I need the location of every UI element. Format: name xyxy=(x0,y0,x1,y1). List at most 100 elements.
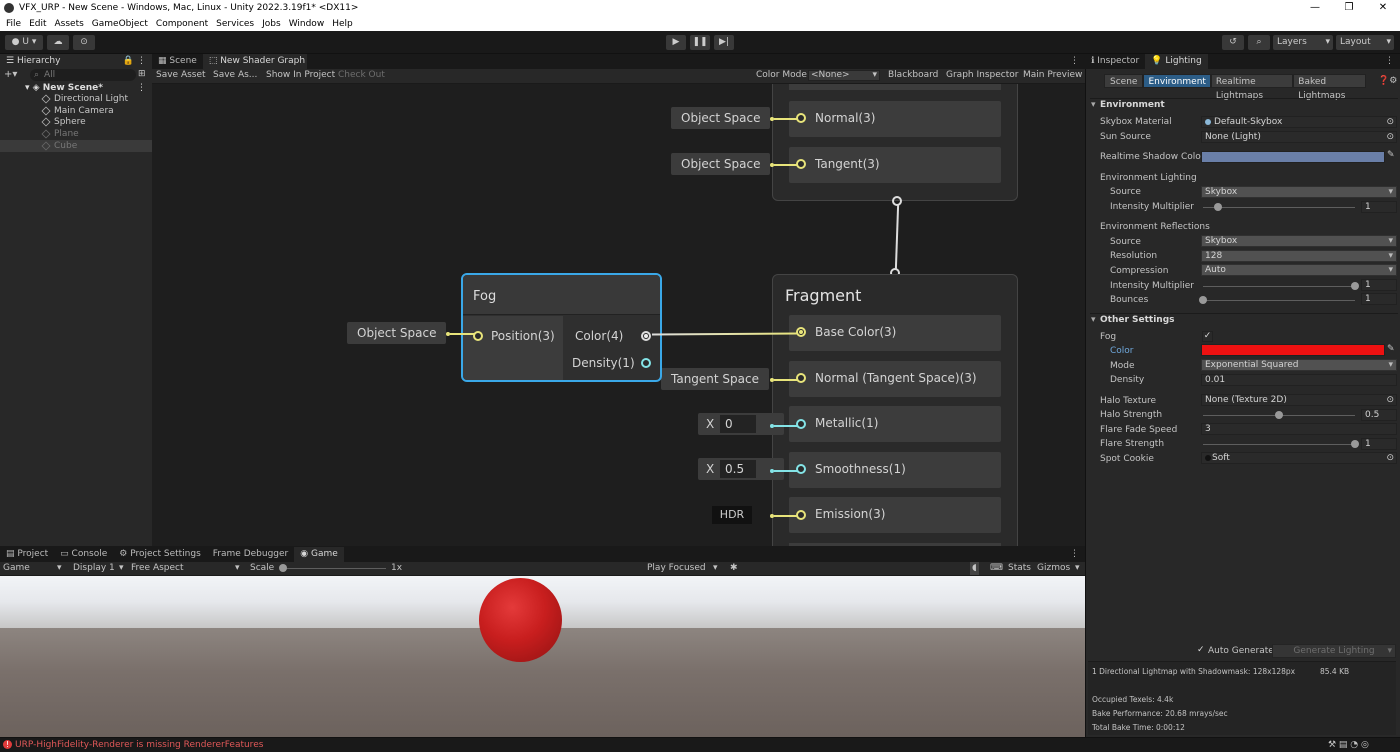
color-mode-dropdown[interactable]: <None> ▾ xyxy=(808,70,880,81)
intensity-field[interactable]: 1 xyxy=(1361,201,1397,213)
menu-help[interactable]: Help xyxy=(332,19,353,29)
show-in-project-button[interactable]: Show In Project xyxy=(266,69,335,82)
metallic-value-field[interactable]: 0 xyxy=(720,415,756,433)
tab-scene[interactable]: ▦ Scene xyxy=(152,54,203,69)
history-icon[interactable]: ↺ xyxy=(1222,35,1244,50)
tab-shader-graph[interactable]: ⬚ New Shader Graph xyxy=(202,54,307,69)
save-as-button[interactable]: Save As... xyxy=(213,69,257,82)
input-object-space[interactable]: Object Space xyxy=(671,153,771,175)
bounces-slider[interactable] xyxy=(1199,296,1355,304)
spot-cookie-field[interactable]: Soft ⊙ xyxy=(1201,452,1397,464)
minimize-icon[interactable]: — xyxy=(1298,0,1332,16)
game-mode-dropdown[interactable]: Game ▾ xyxy=(3,562,62,575)
fragment-slot-normal[interactable]: Normal (Tangent Space)(3) xyxy=(789,361,1001,397)
game-view[interactable] xyxy=(0,576,1085,737)
close-icon[interactable]: ✕ xyxy=(1366,0,1400,16)
search-icon[interactable]: ⌕ xyxy=(1248,35,1270,50)
shadow-color-swatch[interactable] xyxy=(1201,151,1385,163)
menu-services[interactable]: Services xyxy=(216,19,254,29)
tab-project[interactable]: ▤ Project xyxy=(0,547,54,562)
scale-slider[interactable] xyxy=(279,564,386,572)
bug-icon[interactable]: ✱ xyxy=(730,562,738,575)
list-item[interactable]: Cube xyxy=(41,140,77,152)
environment-header[interactable]: Environment xyxy=(1090,98,1398,112)
fog-checkbox[interactable]: ✓ xyxy=(1202,331,1213,342)
display-dropdown[interactable]: Display 1 ▾ xyxy=(73,562,124,575)
help-settings-icon[interactable]: ❓⚙ xyxy=(1378,74,1397,88)
menu-component[interactable]: Component xyxy=(156,19,208,29)
env-source-dropdown[interactable]: Skybox xyxy=(1201,186,1397,198)
play-button[interactable]: ▶ xyxy=(666,35,686,50)
port-icon[interactable] xyxy=(641,358,651,368)
fragment-slot-smoothness[interactable]: Smoothness(1) xyxy=(789,452,1001,488)
eyedropper-icon[interactable]: ✎ xyxy=(1387,344,1395,354)
graph-inspector-toggle[interactable]: Graph Inspector xyxy=(946,69,1018,82)
compression-dropdown[interactable]: Auto xyxy=(1201,264,1397,276)
slider-knob[interactable] xyxy=(1275,411,1283,419)
fragment-slot-metallic[interactable]: Metallic(1) xyxy=(789,406,1001,442)
create-plus-button[interactable]: +▾ xyxy=(4,69,22,81)
account-button[interactable]: ● U ▾ xyxy=(5,35,43,50)
smoothness-value-field[interactable]: 0.5 xyxy=(720,460,756,478)
refl-intensity-slider[interactable] xyxy=(1203,282,1359,290)
slider-knob[interactable] xyxy=(279,564,287,572)
cloud-icon[interactable]: ☁ xyxy=(47,35,69,50)
halo-strength-slider[interactable] xyxy=(1203,411,1355,419)
menu-gameobject[interactable]: GameObject xyxy=(92,19,148,29)
status-error-message[interactable]: URP-HighFidelity-Renderer is missing Ren… xyxy=(15,738,263,752)
play-focused-dropdown[interactable]: Play Focused ▾ xyxy=(647,562,718,575)
fog-color-swatch[interactable] xyxy=(1201,344,1385,356)
fog-node[interactable]: Fog Position(3) Color(4) Density(1) xyxy=(461,273,662,382)
aspect-dropdown[interactable]: Free Aspect ▾ xyxy=(131,562,240,575)
fog-mode-dropdown[interactable]: Exponential Squared xyxy=(1201,359,1397,371)
tab-lighting[interactable]: 💡 Lighting xyxy=(1145,54,1208,69)
port-icon[interactable] xyxy=(796,464,806,474)
object-picker-icon[interactable]: ⊙ xyxy=(1386,132,1394,142)
other-settings-header[interactable]: Other Settings xyxy=(1090,313,1398,327)
tab-inspector[interactable]: ℹ Inspector xyxy=(1085,54,1145,69)
lighting-tab-environment[interactable]: Environment xyxy=(1143,74,1211,88)
tab-game[interactable]: ◉ Game xyxy=(294,547,344,562)
auto-generate-checkbox[interactable]: ✓ xyxy=(1197,645,1208,656)
menu-file[interactable]: File xyxy=(6,19,21,29)
step-button[interactable]: ▶| xyxy=(714,35,734,50)
pause-button[interactable]: ❚❚ xyxy=(690,35,710,50)
save-asset-button[interactable]: Save Asset xyxy=(156,69,206,82)
main-preview-toggle[interactable]: Main Preview xyxy=(1023,69,1082,82)
blackboard-toggle[interactable]: Blackboard xyxy=(888,69,938,82)
menu-window[interactable]: Window xyxy=(289,19,325,29)
tab-frame-debugger[interactable]: Frame Debugger xyxy=(207,547,294,562)
port-icon[interactable] xyxy=(796,373,806,383)
vertex-slot-normal[interactable]: Normal(3) xyxy=(789,101,1001,137)
tab-hierarchy[interactable]: ☰ Hierarchy 🔒 ⋮ xyxy=(0,54,152,69)
input-object-space[interactable]: Object Space xyxy=(671,107,771,129)
layers-dropdown[interactable]: Layers ▾ xyxy=(1273,35,1333,50)
list-item[interactable]: Main Camera xyxy=(41,105,114,117)
right-menu-icon[interactable]: ⋮ xyxy=(1385,54,1394,69)
lighting-tab-realtime[interactable]: Realtime Lightmaps xyxy=(1210,74,1294,101)
slider-knob[interactable] xyxy=(1351,440,1359,448)
layout-dropdown[interactable]: Layout ▾ xyxy=(1336,35,1394,50)
scene-root[interactable]: ▾ ◈ New Scene* ⋮ xyxy=(0,83,152,94)
bottom-menu-icon[interactable]: ⋮ xyxy=(1070,547,1079,562)
menu-edit[interactable]: Edit xyxy=(29,19,46,29)
object-picker-icon[interactable]: ⊙ xyxy=(1386,395,1394,405)
flare-fade-field[interactable]: 3 xyxy=(1201,423,1397,435)
center-menu-icon[interactable]: ⋮ xyxy=(1070,54,1079,69)
hierarchy-search-input[interactable]: ⌕ All xyxy=(30,69,136,81)
generate-lighting-button[interactable]: Generate Lighting ▾ xyxy=(1272,644,1396,658)
collab-icon[interactable]: ⊙ xyxy=(73,35,95,50)
maximize-icon[interactable]: ❐ xyxy=(1332,0,1366,16)
eyedropper-icon[interactable]: ✎ xyxy=(1387,150,1395,160)
lighting-tab-scene[interactable]: Scene xyxy=(1104,74,1144,88)
sun-source-field[interactable]: None (Light) ⊙ xyxy=(1201,131,1397,143)
input-object-space[interactable]: Object Space xyxy=(347,322,447,344)
menu-jobs[interactable]: Jobs xyxy=(262,19,281,29)
check-out-button[interactable]: Check Out xyxy=(338,69,385,82)
skybox-material-field[interactable]: Default-Skybox ⊙ xyxy=(1201,116,1397,128)
slider-knob[interactable] xyxy=(1199,296,1207,304)
flare-strength-slider[interactable] xyxy=(1203,440,1359,448)
tab-console[interactable]: ▭ Console xyxy=(54,547,113,562)
object-picker-icon[interactable]: ⊙ xyxy=(1386,453,1394,463)
port-icon[interactable] xyxy=(796,419,806,429)
